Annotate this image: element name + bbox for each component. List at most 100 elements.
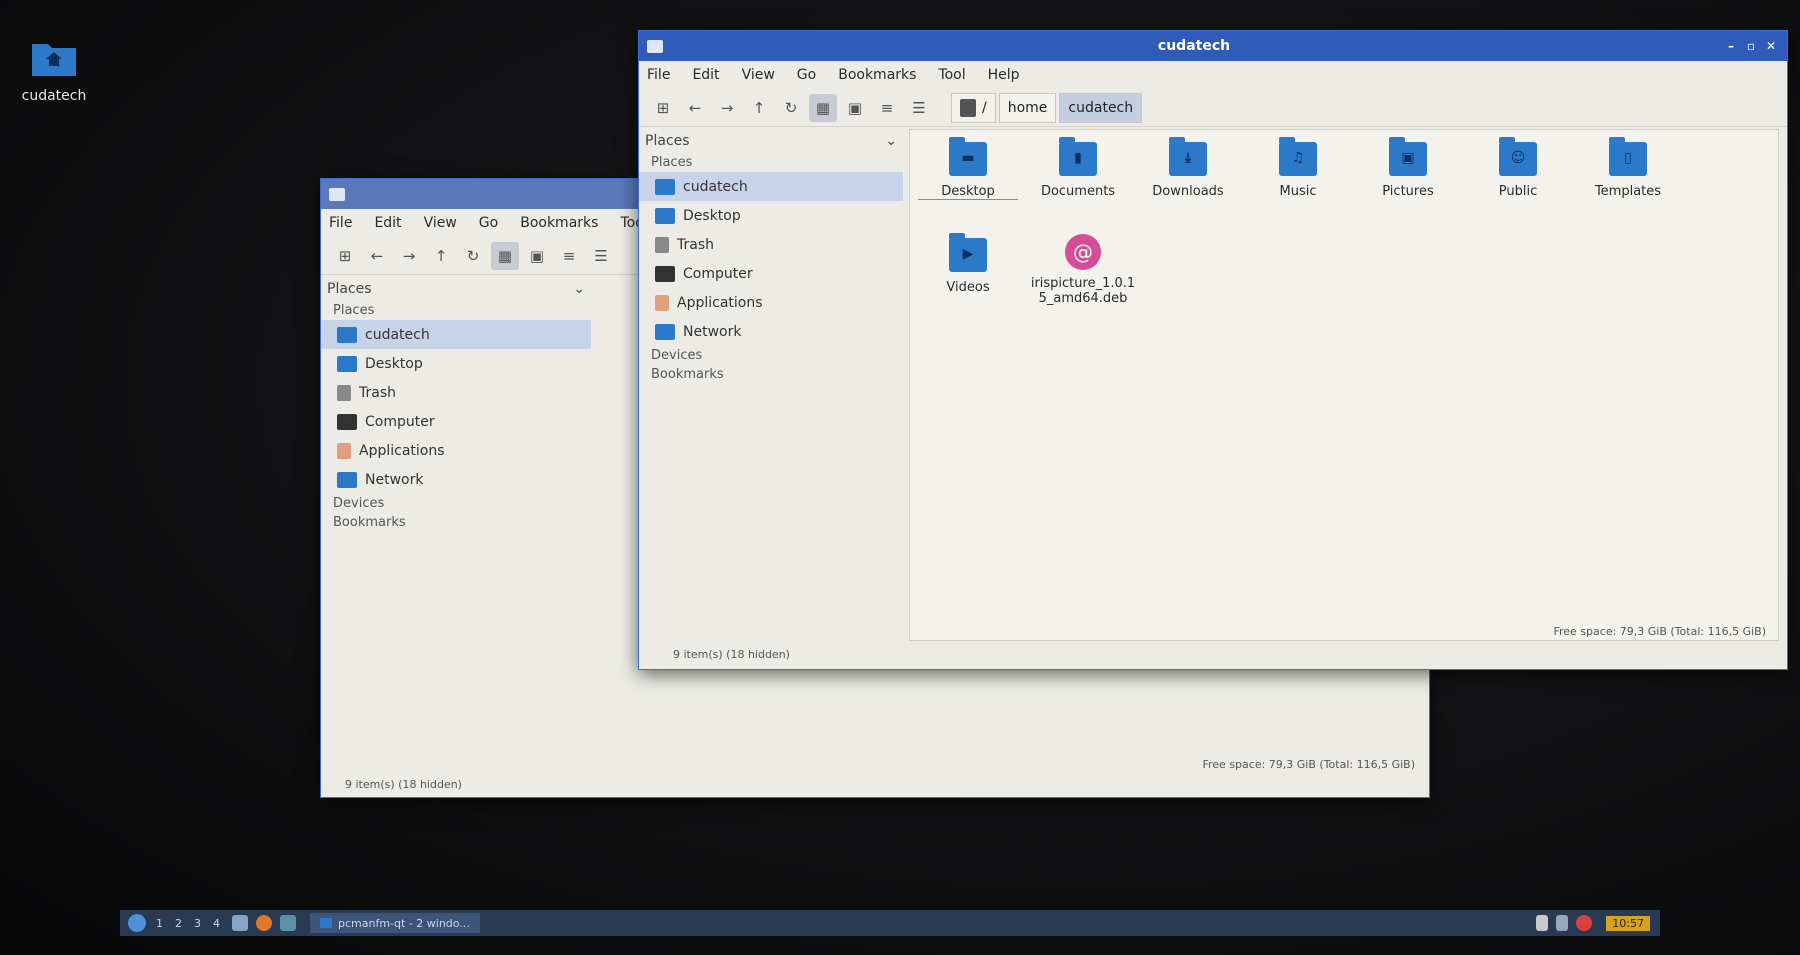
detail-view-icon[interactable]: ☰ xyxy=(587,242,615,270)
file-item-downloads[interactable]: ⤓ Downloads xyxy=(1138,137,1238,199)
sidebar-item-desktop[interactable]: Desktop xyxy=(639,201,903,230)
sidebar-item-cudatech[interactable]: cudatech xyxy=(639,172,903,201)
detail-view-icon[interactable]: ☰ xyxy=(905,94,933,122)
new-tab-icon[interactable]: ⊞ xyxy=(331,242,359,270)
menu-file[interactable]: File xyxy=(647,67,670,83)
icon-view-icon[interactable]: ▦ xyxy=(491,241,519,270)
back-arrow-icon[interactable]: ← xyxy=(681,94,709,122)
toolbar: ⊞ ← → ↑ ↻ ▦ ▣ ≡ ☰ / home cudatech xyxy=(639,89,1787,127)
home-folder-icon xyxy=(337,326,357,343)
section-bookmarks[interactable]: Bookmarks xyxy=(639,365,903,384)
icon-view-icon[interactable]: ▦ xyxy=(809,93,837,122)
window-titlebar[interactable]: cudatech – ▫ ✕ xyxy=(639,31,1787,61)
sidebar-item-network[interactable]: Network xyxy=(321,465,591,494)
folder-icon xyxy=(320,918,332,928)
minimize-icon[interactable]: – xyxy=(1723,39,1739,53)
section-devices[interactable]: Devices xyxy=(321,494,591,513)
taskbar-task-pcmanfm[interactable]: pcmanfm-qt - 2 windo... xyxy=(310,913,480,933)
file-item-templates[interactable]: ▯ Templates xyxy=(1578,137,1678,199)
trash-icon xyxy=(655,236,669,253)
desktop-icon xyxy=(337,355,357,372)
file-manager-launcher-icon[interactable] xyxy=(232,915,248,931)
menu-bookmarks[interactable]: Bookmarks xyxy=(838,67,916,83)
compact-view-icon[interactable]: ≡ xyxy=(873,94,901,122)
menu-go[interactable]: Go xyxy=(797,67,816,83)
workspace-3[interactable]: 3 xyxy=(194,917,201,930)
menu-edit[interactable]: Edit xyxy=(692,67,719,83)
menu-tool[interactable]: Tool xyxy=(938,67,965,83)
menu-view[interactable]: View xyxy=(424,215,457,231)
workspace-2[interactable]: 2 xyxy=(175,917,182,930)
path-root[interactable]: / xyxy=(951,92,996,123)
public-folder-icon: ☺ xyxy=(1499,137,1537,176)
file-item-documents[interactable]: ▮ Documents xyxy=(1028,137,1128,199)
clipboard-icon[interactable] xyxy=(1536,915,1549,931)
sidebar-item-applications[interactable]: Applications xyxy=(321,436,591,465)
maximize-icon[interactable]: ▫ xyxy=(1743,39,1759,53)
menubar: File Edit View Go Bookmarks Tool Help xyxy=(639,61,1787,89)
workspace-1[interactable]: 1 xyxy=(156,917,163,930)
section-bookmarks[interactable]: Bookmarks xyxy=(321,513,591,532)
reload-icon[interactable]: ↻ xyxy=(777,94,805,122)
sidebar: Places ⌄ Places cudatech Desktop Trash C… xyxy=(321,277,591,532)
sidebar-header[interactable]: Places ⌄ xyxy=(321,277,591,301)
sidebar-item-cudatech[interactable]: cudatech xyxy=(321,320,591,349)
sidebar-item-trash[interactable]: Trash xyxy=(321,378,591,407)
volume-icon[interactable] xyxy=(1556,915,1569,931)
menu-help[interactable]: Help xyxy=(988,67,1020,83)
sidebar-item-desktop[interactable]: Desktop xyxy=(321,349,591,378)
sidebar-item-network[interactable]: Network xyxy=(639,317,903,346)
file-item-desktop[interactable]: ▬ Desktop xyxy=(918,137,1018,200)
file-item-deb-package[interactable]: @ irispicture_1.0.15_amd64.deb xyxy=(1028,234,1138,306)
forward-arrow-icon[interactable]: → xyxy=(395,242,423,270)
videos-folder-icon: ▶ xyxy=(949,233,987,272)
app-icon xyxy=(329,187,345,201)
clock[interactable]: 10:57 xyxy=(1606,915,1650,931)
window-title: cudatech xyxy=(1157,38,1231,54)
path-cudatech[interactable]: cudatech xyxy=(1059,92,1143,123)
status-item-count: 9 item(s) (18 hidden) xyxy=(673,648,790,661)
terminal-icon[interactable] xyxy=(280,915,296,931)
sidebar-header[interactable]: Places ⌄ xyxy=(639,129,903,153)
templates-folder-icon: ▯ xyxy=(1609,137,1647,176)
firefox-icon[interactable] xyxy=(256,915,272,931)
back-arrow-icon[interactable]: ← xyxy=(363,242,391,270)
sidebar-item-applications[interactable]: Applications xyxy=(639,288,903,317)
menu-file[interactable]: File xyxy=(329,215,352,231)
file-item-pictures[interactable]: ▣ Pictures xyxy=(1358,137,1458,199)
up-arrow-icon[interactable]: ↑ xyxy=(745,94,773,122)
taskbar: 1 2 3 4 pcmanfm-qt - 2 windo... 10:57 xyxy=(120,910,1660,936)
up-arrow-icon[interactable]: ↑ xyxy=(427,242,455,270)
path-bar: / home cudatech xyxy=(951,92,1145,123)
compact-view-icon[interactable]: ≡ xyxy=(555,242,583,270)
sidebar-item-computer[interactable]: Computer xyxy=(639,259,903,288)
menu-edit[interactable]: Edit xyxy=(374,215,401,231)
section-devices[interactable]: Devices xyxy=(639,346,903,365)
computer-icon xyxy=(655,265,675,282)
status-item-count: 9 item(s) (18 hidden) xyxy=(345,778,462,791)
menu-bookmarks[interactable]: Bookmarks xyxy=(520,215,598,231)
network-icon xyxy=(337,471,357,488)
start-menu-icon[interactable] xyxy=(128,914,146,932)
network-icon xyxy=(655,323,675,340)
file-item-public[interactable]: ☺ Public xyxy=(1468,137,1568,199)
file-item-videos[interactable]: ▶ Videos xyxy=(918,233,1018,295)
thumbnail-view-icon[interactable]: ▣ xyxy=(841,94,869,122)
path-home[interactable]: home xyxy=(998,92,1057,123)
file-view[interactable]: ▬ Desktop ▮ Documents ⤓ Downloads ♫ Musi… xyxy=(909,129,1779,641)
close-icon[interactable]: ✕ xyxy=(1763,39,1779,53)
reload-icon[interactable]: ↻ xyxy=(459,242,487,270)
menu-go[interactable]: Go xyxy=(479,215,498,231)
workspace-4[interactable]: 4 xyxy=(213,917,220,930)
forward-arrow-icon[interactable]: → xyxy=(713,94,741,122)
debian-package-icon: @ xyxy=(1065,234,1101,270)
update-notifier-icon[interactable] xyxy=(1576,915,1593,931)
desktop-home-icon[interactable]: cudatech xyxy=(14,38,94,104)
menu-view[interactable]: View xyxy=(742,67,775,83)
sidebar-item-computer[interactable]: Computer xyxy=(321,407,591,436)
sidebar-item-trash[interactable]: Trash xyxy=(639,230,903,259)
file-manager-window-front[interactable]: cudatech – ▫ ✕ File Edit View Go Bookmar… xyxy=(638,30,1788,670)
new-tab-icon[interactable]: ⊞ xyxy=(649,94,677,122)
file-item-music[interactable]: ♫ Music xyxy=(1248,137,1348,199)
thumbnail-view-icon[interactable]: ▣ xyxy=(523,242,551,270)
